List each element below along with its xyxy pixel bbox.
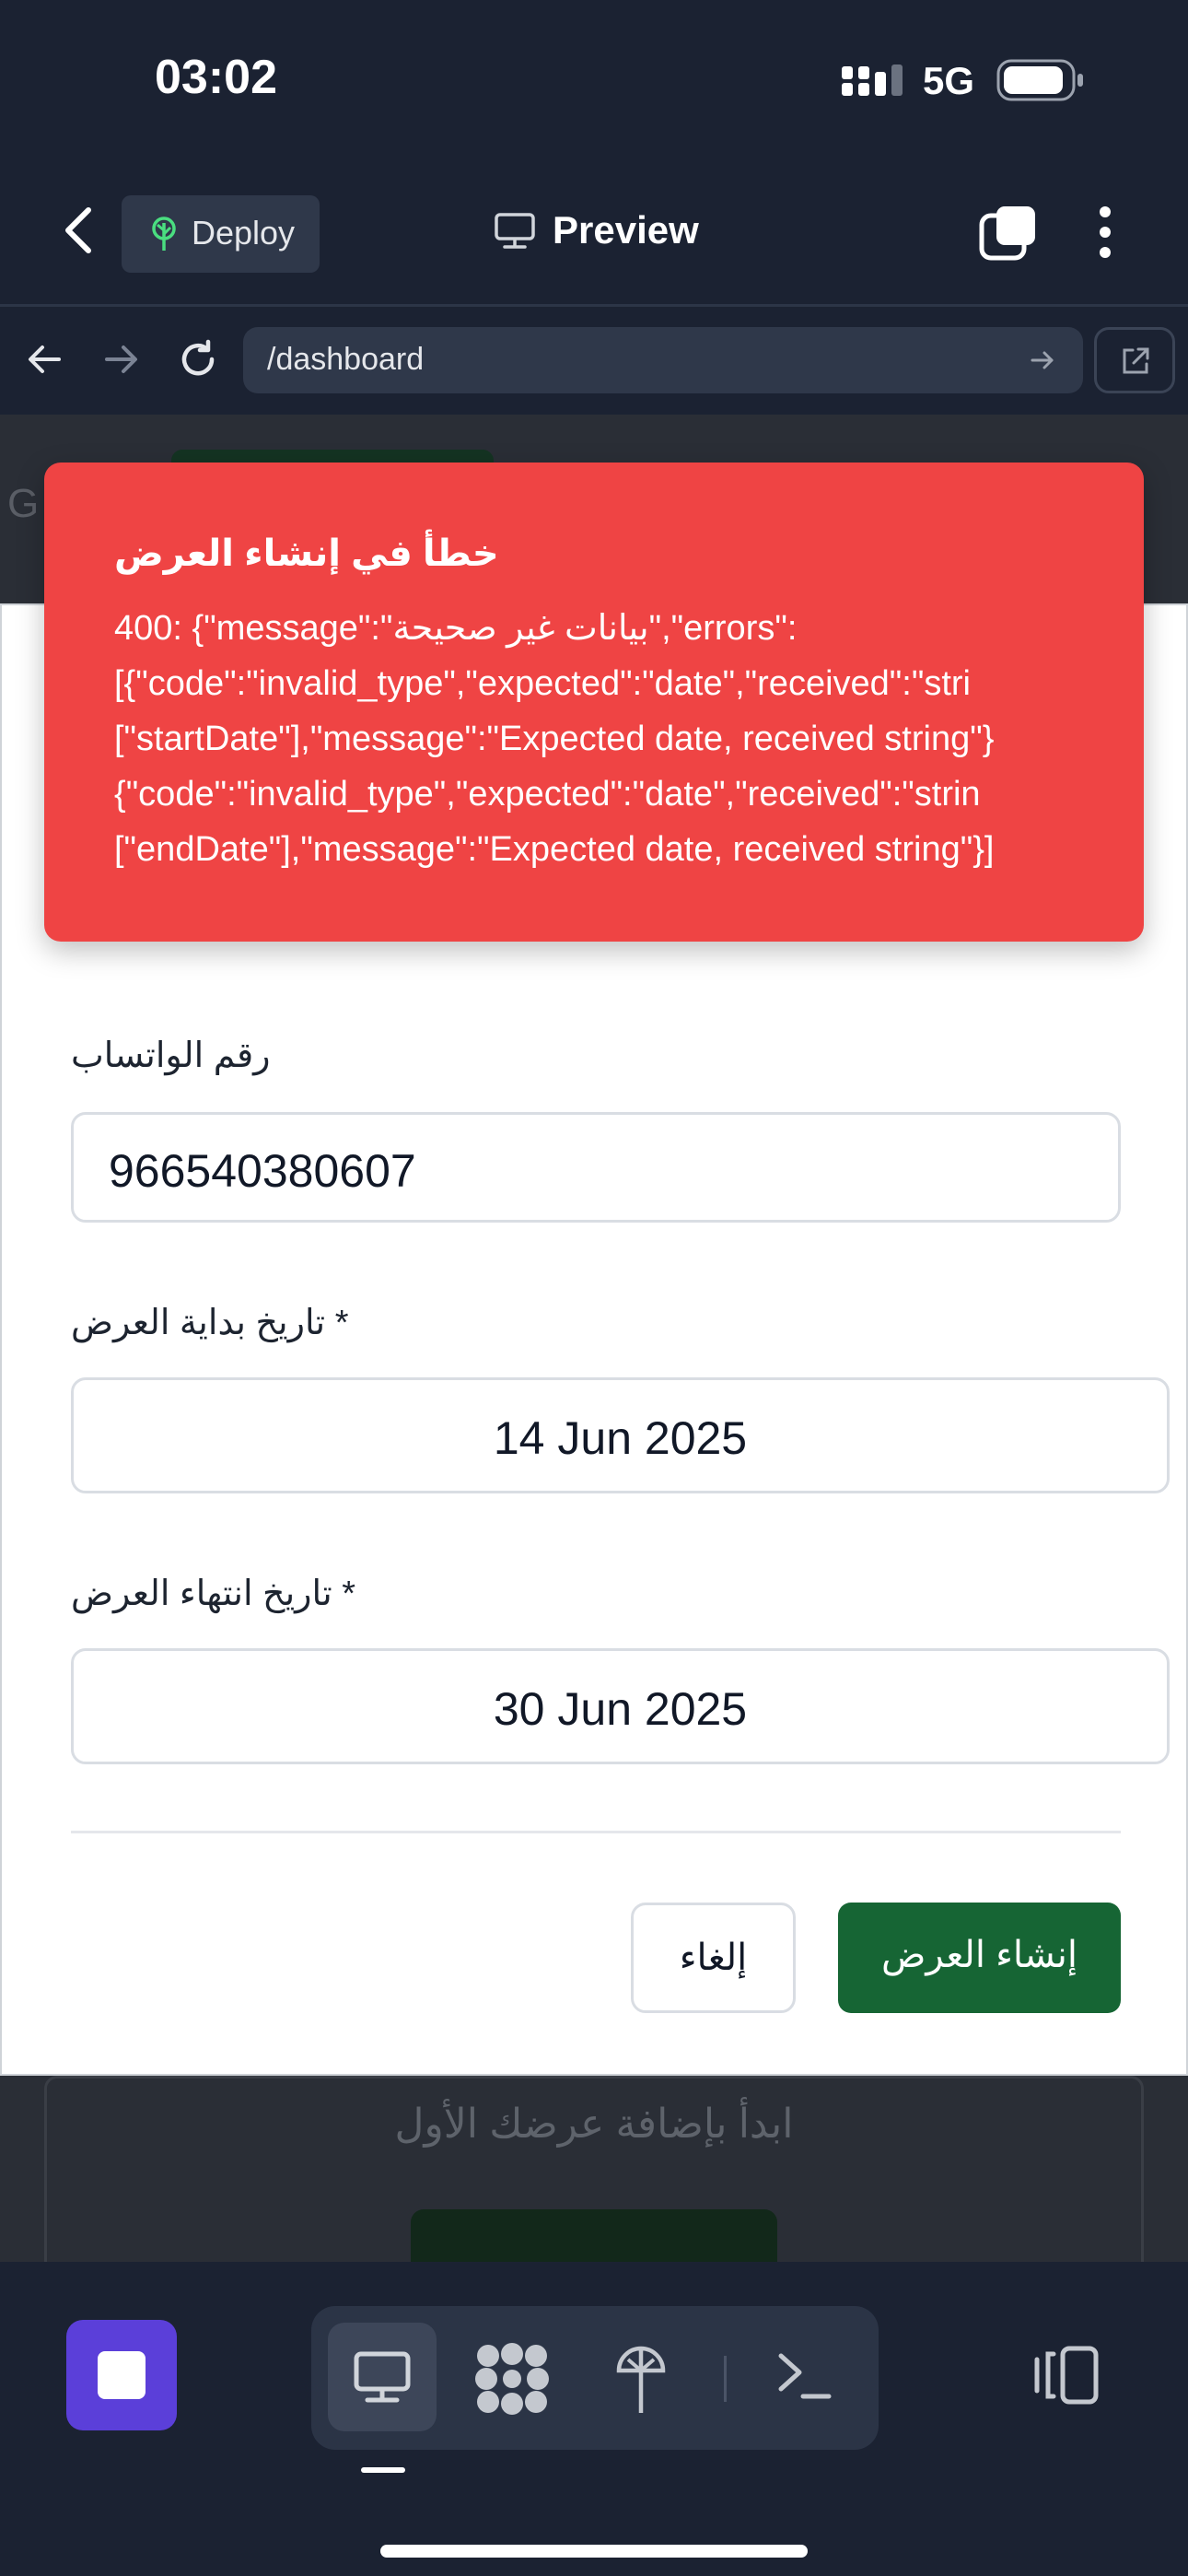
status-time: 03:02 (155, 51, 277, 104)
open-external-button[interactable] (1094, 327, 1175, 393)
app-header: Deploy Preview (0, 157, 1188, 307)
tool-group (311, 2306, 879, 2450)
active-tab-indicator (361, 2467, 405, 2473)
signal-icon (840, 63, 904, 100)
battery-icon (996, 59, 1085, 101)
toast-title: خطأ في إنشاء العرض (114, 533, 499, 574)
tool-separator (724, 2356, 727, 2402)
more-button[interactable] (1094, 205, 1116, 260)
stop-button[interactable] (66, 2320, 177, 2430)
address-input[interactable]: /dashboard (243, 327, 1083, 393)
toast-line: {"code":"invalid_type","expected":"date"… (114, 775, 981, 814)
whatsapp-label: رقم الواتساب (71, 1036, 271, 1075)
monitor-icon (354, 2351, 411, 2403)
status-bar: 03:02 5G (0, 0, 1188, 157)
add-offer-button-dimmed (411, 2209, 777, 2265)
start-date-input[interactable]: 14 Jun 2025 (71, 1377, 1170, 1493)
arrow-left-icon (29, 345, 61, 373)
tool-preview-button[interactable] (328, 2323, 437, 2431)
reload-button[interactable] (177, 338, 219, 381)
terminal-icon (778, 2353, 832, 2399)
form-divider (71, 1831, 1121, 1833)
preview-title: Preview (494, 208, 715, 254)
page-edge-char: G (7, 481, 40, 526)
chevron-left-icon (65, 207, 91, 253)
nav-back-button[interactable] (26, 340, 64, 379)
start-date-label: * تاريخ بداية العرض (71, 1304, 349, 1342)
layout-button[interactable] (1031, 2345, 1100, 2406)
back-button[interactable] (55, 205, 101, 256)
address-text: /dashboard (267, 342, 425, 377)
bottom-toolbar (0, 2262, 1188, 2576)
end-date-label: * تاريخ انتهاء العرض (71, 1575, 356, 1613)
monitor-icon (495, 213, 535, 249)
deploy-button[interactable]: Deploy (122, 195, 320, 273)
tool-deploy-button[interactable] (613, 2339, 669, 2417)
tool-grid-button[interactable] (475, 2343, 549, 2415)
preview-label: Preview (553, 208, 699, 252)
external-link-icon (1123, 347, 1149, 374)
toast-line: ["startDate"],"message":"Expected date, … (114, 720, 995, 758)
empty-state-text: ابدأ بإضافة عرضك الأول (394, 2102, 794, 2147)
deploy-label: Deploy (192, 214, 296, 252)
deploy-tree-icon (152, 217, 176, 251)
end-date-input[interactable]: 30 Jun 2025 (71, 1648, 1170, 1764)
error-toast[interactable]: خطأ في إنشاء العرض 400: {"message":"بيان… (44, 463, 1144, 942)
toast-line: [{"code":"invalid_type","expected":"date… (114, 664, 971, 703)
split-panel-icon (1034, 2346, 1099, 2405)
end-date-value: 30 Jun 2025 (493, 1683, 748, 1735)
toast-line: 400: {"message":"بيانات غير صحيحة","erro… (114, 609, 798, 648)
arrow-right-icon (105, 345, 137, 373)
tool-shell-button[interactable] (775, 2348, 833, 2404)
toast-line: ["endDate"],"message":"Expected date, re… (114, 830, 995, 869)
tabs-square-icon (979, 206, 1035, 261)
network-label: 5G (923, 59, 975, 102)
browser-bar: /dashboard (0, 307, 1188, 415)
submit-button[interactable]: إنشاء العرض (838, 1903, 1121, 2013)
cancel-label: إلغاء (679, 1938, 748, 1978)
nav-forward-button[interactable] (101, 340, 140, 379)
dots-grid-icon (475, 2343, 549, 2415)
whatsapp-value: 966540380607 (109, 1145, 416, 1197)
deploy-tree-icon (616, 2346, 666, 2413)
toast-message: 400: {"message":"بيانات غير صحيحة","erro… (114, 601, 1144, 877)
reload-icon (181, 339, 215, 376)
tabs-button[interactable] (978, 203, 1039, 263)
start-date-value: 14 Jun 2025 (493, 1412, 748, 1464)
stop-square-icon (98, 2351, 146, 2399)
cancel-button[interactable]: إلغاء (631, 1903, 796, 2013)
arrow-right-small-icon[interactable] (1030, 349, 1055, 371)
vertical-dots-icon (1100, 206, 1111, 258)
whatsapp-input[interactable]: 966540380607 (71, 1112, 1121, 1223)
submit-label: إنشاء العرض (880, 1935, 1078, 1975)
home-indicator (380, 2545, 808, 2558)
